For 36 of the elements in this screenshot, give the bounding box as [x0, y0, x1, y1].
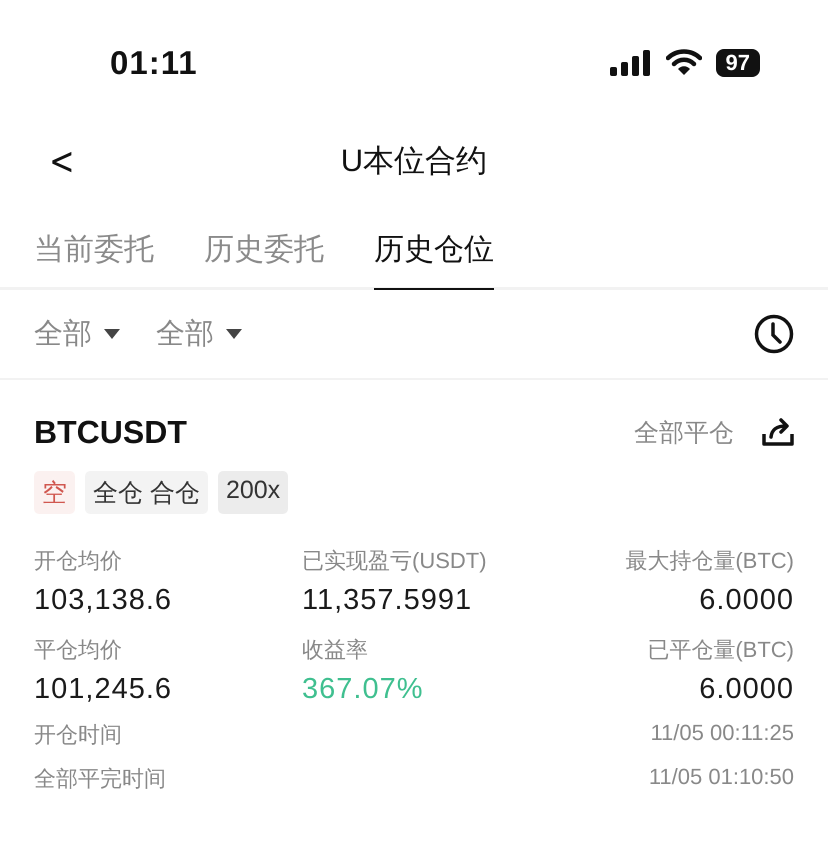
share-icon[interactable] — [762, 418, 794, 448]
position-tag: 全仓 合仓 — [85, 471, 208, 514]
symbol-name: BTCUSDT — [34, 414, 187, 451]
tab[interactable]: 历史仓位 — [374, 221, 494, 290]
close-all-button[interactable]: 全部平仓 — [634, 416, 734, 449]
stat-value: 367.07% — [302, 673, 424, 706]
stat-label: 收益率 — [302, 636, 368, 664]
time-value: 11/05 00:11:25 — [650, 720, 794, 747]
signal-icon — [610, 50, 652, 76]
caret-icon — [104, 329, 120, 339]
time-value: 11/05 01:10:50 — [648, 764, 794, 791]
time-label: 全部平完时间 — [34, 765, 166, 793]
stat-value: 6.0000 — [699, 584, 794, 617]
position-tag: 200x — [218, 471, 288, 514]
position-tag: 空 — [34, 471, 75, 514]
caret-icon — [226, 329, 242, 339]
stat-label: 开仓均价 — [34, 547, 122, 575]
stat-value: 101,245.6 — [34, 673, 172, 706]
tab[interactable]: 历史委托 — [204, 221, 324, 290]
stat-value: 6.0000 — [699, 673, 794, 706]
filter-dropdown[interactable]: 全部 — [156, 314, 242, 354]
tab[interactable]: 当前委托 — [34, 221, 154, 290]
clock-icon[interactable] — [754, 314, 794, 354]
status-time: 01:11 — [110, 44, 198, 82]
time-label: 开仓时间 — [34, 721, 122, 749]
stat-label: 已平仓量(BTC) — [647, 636, 794, 664]
stat-value: 103,138.6 — [34, 584, 172, 617]
battery-indicator: 97 — [716, 48, 760, 76]
stat-label: 已实现盈亏(USDT) — [302, 547, 487, 575]
back-button[interactable]: < — [42, 139, 82, 183]
wifi-icon — [666, 49, 702, 76]
stat-value: 11,357.5991 — [302, 584, 472, 617]
filter-dropdown[interactable]: 全部 — [34, 314, 120, 354]
page-title: U本位合约 — [340, 142, 488, 180]
stat-label: 平仓均价 — [34, 636, 122, 664]
stat-label: 最大持仓量(BTC) — [625, 547, 794, 575]
